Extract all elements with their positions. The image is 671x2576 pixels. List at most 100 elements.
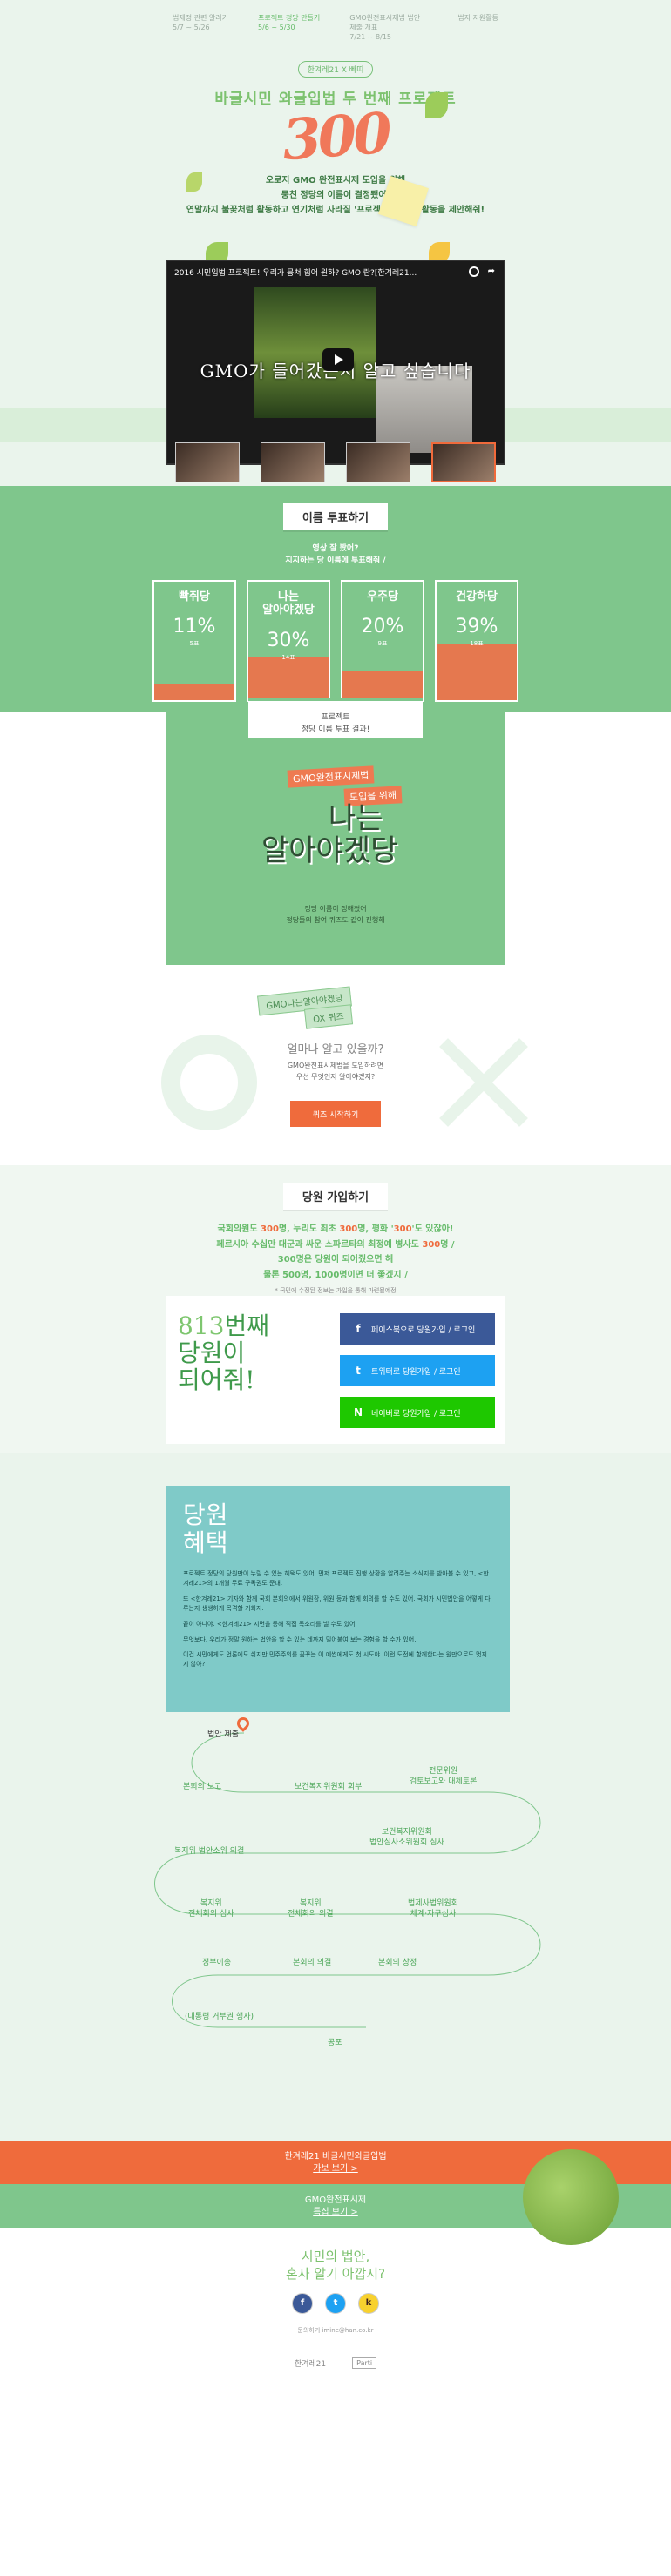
flow-step: 복지위 전체회의 심사 [188, 1899, 234, 1919]
twitter-icon[interactable]: t [325, 2293, 346, 2314]
naver-login-button[interactable]: N 네이버로 당원가입 / 로그인 [340, 1397, 495, 1428]
thumbnail-image[interactable] [346, 442, 410, 482]
vote-fill-bar [248, 657, 329, 700]
hankyoreh21-logo[interactable]: 한겨레21 [295, 2357, 326, 2369]
vote-count: 5표 [189, 640, 200, 648]
thumbnail-image[interactable] [175, 442, 240, 482]
join-description-line: 페르시아 수십만 대군과 싸운 스파르타의 최정예 병사도 300명 / [216, 1239, 455, 1250]
join-description-line: 물론 500명, 1000명이면 더 좋겠지 / [263, 1270, 408, 1280]
result-tag: 프로젝트 정당 이름 투표 결과! [248, 698, 423, 738]
green-banner[interactable]: GMO완전표시제 특집 보기 > [0, 2149, 671, 2245]
highlight-number: 300 [261, 1224, 279, 1234]
nav-item-date: 5/7 ~ 5/26 [173, 23, 210, 31]
nav-item-date: 7/21 ~ 8/15 [349, 32, 392, 41]
login-button-label: 페이스북으로 당원가입 / 로그인 [371, 1325, 476, 1335]
video-section: 2016 시민입법 프로젝트! 우리가 뭉쳐 힘어 원하? GMO 란?[한겨레… [0, 260, 671, 503]
flow-step: 정부이송 [202, 1959, 232, 1967]
vote-section: 이름 투표하기 영상 잘 봤어? 지지하는 당 이름에 투표해줘 / 빡쥐당 11… [0, 486, 671, 712]
play-icon[interactable] [322, 348, 354, 371]
flow-step: 보건복지위원회 법안심사소위원회 심사 [369, 1828, 444, 1848]
highlight-number: 300 [422, 1239, 441, 1250]
share-icons: f t k [0, 2293, 671, 2314]
nav-item[interactable]: GMO완전표시제법 법안 제출 개표 7/21 ~ 8/15 [349, 14, 428, 42]
kakao-icon[interactable]: k [358, 2293, 379, 2314]
vote-option[interactable]: 우주당 20% 9표 [341, 579, 424, 702]
party-name: 나는 알아야겠당 [261, 801, 398, 869]
vote-percentage: 30% [267, 629, 310, 651]
vote-percentage: 39% [455, 616, 498, 638]
vote-option-name: 건강하당 [456, 590, 498, 604]
flow-step: 법안 제출 [207, 1730, 239, 1739]
highlight-number: 300 [339, 1224, 358, 1234]
join-card: 813번째 당원이 되어줘! f 페이스북으로 당원가입 / 로그인 t 트위터로 당… [166, 1296, 505, 1444]
video-frame-forest [254, 287, 376, 418]
flow-step: 본회의 의결 [293, 1959, 332, 1967]
vote-title: 이름 투표하기 [282, 503, 389, 530]
vote-percentage: 20% [361, 616, 404, 638]
quiz-start-button[interactable]: 퀴즈 시작하기 [290, 1101, 381, 1127]
login-button-label: 네이버로 당원가입 / 로그인 [371, 1409, 461, 1419]
top-nav: 법제정 관련 알려기 5/7 ~ 5/26 프로젝트 정당 만들기 5/6 ~ 5/3… [0, 0, 671, 42]
page: 법제정 관련 알려기 5/7 ~ 5/26 프로젝트 정당 만들기 5/6 ~ 5/3… [0, 0, 671, 2576]
watch-later-icon[interactable] [469, 266, 479, 277]
parti-logo[interactable]: Parti [352, 2357, 377, 2369]
page-bottom [0, 2393, 671, 2550]
thumbnail-image[interactable] [261, 442, 325, 482]
flow-step: 복지위 법안소위 의결 [174, 1847, 245, 1856]
vote-percentage: 11% [173, 616, 216, 638]
nav-item-title: 법제정 관련 알려기 [173, 14, 228, 22]
login-button-label: 트위터로 당원가입 / 로그인 [371, 1367, 461, 1377]
join-title: 당원 가입하기 [282, 1183, 389, 1210]
naver-icon: N [353, 1406, 363, 1419]
vote-option[interactable]: 건강하당 39% 18표 [435, 579, 518, 702]
flow-step: 보건복지위원회 회부 [295, 1783, 363, 1791]
flow-step: (대통령 거부권 행사) [185, 2013, 254, 2021]
vote-count: 18표 [470, 640, 484, 648]
flow-step: 전문위원 검토보고와 대체토론 [410, 1767, 478, 1787]
nav-item-title: GMO완전표시제법 법안 제출 개표 [349, 14, 421, 31]
quiz-section: GMO나는알아야겠당 OX 퀴즈 얼마나 알고 있을까? GMO완전표시제법을 … [0, 965, 671, 1165]
share-icon[interactable]: ➦ [488, 266, 495, 276]
vote-option-name: 우주당 [367, 590, 398, 604]
facebook-icon[interactable]: f [292, 2293, 313, 2314]
nav-item[interactable]: 프로젝트 정당 만들기 5/6 ~ 5/30 [258, 14, 320, 42]
flow-step: 법제사법위원회 체계·자구심사 [408, 1899, 458, 1919]
join-description-line: 300명은 당원이 되어줬으면 해 [277, 1255, 394, 1264]
nav-item[interactable]: 법지 지원활동 [458, 14, 498, 42]
hero: 한겨레21 X 빠띠 바글시민 와글입법 두 번째 프로젝트 300 오로지 G… [0, 42, 671, 265]
vote-fill-bar [154, 684, 234, 700]
join-description: 국회의원도 300명, 누리도 최초 300명, 평화 '300'도 있잖아! 페… [0, 1222, 671, 1283]
vote-option[interactable]: 나는 알아야겠당 30% 14표 [247, 579, 330, 702]
flow-step: 복지위 전체회의 의결 [288, 1899, 334, 1919]
flow-step: 본회의 보고 [183, 1783, 222, 1791]
share-section: 시민의 법안, 혼자 알기 아깝지? f t k 문의하기 imine@han.… [0, 2228, 671, 2393]
vote-option-name: 나는 알아야겠당 [262, 590, 315, 617]
hero-badge: 한겨레21 X 빠띠 [297, 61, 374, 78]
footer-logos: 한겨레21 Parti [0, 2357, 671, 2369]
twitter-icon: t [356, 1365, 361, 1377]
contact-link[interactable]: 문의하기 imine@han.co.kr [0, 2326, 671, 2335]
video-player[interactable]: 2016 시민입법 프로젝트! 우리가 뭉쳐 힘어 원하? GMO 란?[한겨레… [166, 260, 505, 465]
nav-item-title: 프로젝트 정당 만들기 [257, 14, 321, 22]
flow-step: 본회의 상정 [378, 1959, 417, 1967]
result-section: 프로젝트 정당 이름 투표 결과! GMO완전표시제법 도입을 위해 나는 알아… [0, 698, 671, 965]
vote-option[interactable]: 빡쥐당 11% 5표 [152, 579, 236, 702]
vote-options: 빡쥐당 11% 5표 나는 알아야겠당 30% 14표 우주당 20% 9표 건강하당 39% 18표 [0, 579, 671, 702]
vote-fill-bar [437, 644, 517, 700]
vote-question: 영상 잘 봤어? 지지하는 당 이름에 투표해줘 / [285, 544, 386, 566]
share-title: 시민의 법안, 혼자 알기 아깝지? [285, 2249, 386, 2282]
quiz-description: GMO완전표시제법을 도입하려면 우선 무엇인지 알아야겠지? [287, 1062, 384, 1081]
video-title[interactable]: 2016 시민입법 프로젝트! 우리가 뭉쳐 힘어 원하? GMO 란?[한겨레… [167, 261, 504, 282]
member-count: 813번째 당원이 되어줘! [178, 1312, 269, 1394]
thumbnail-image[interactable] [431, 442, 496, 482]
quiz-question: 얼마나 알고 있을까? [287, 1043, 384, 1056]
nav-item-title: 법지 지원활동 [458, 14, 498, 22]
nav-item[interactable]: 법제정 관련 알려기 5/7 ~ 5/26 [173, 14, 228, 42]
flow-step: 공포 [328, 2039, 342, 2047]
join-description-line: 국회의원도 300명, 누리도 최초 300명, 평화 '300'도 있잖아! [217, 1224, 454, 1234]
ball-decoration [523, 2149, 619, 2245]
join-section: 당원 가입하기 국회의원도 300명, 누리도 최초 300명, 평화 '300… [0, 1165, 671, 1453]
vote-fill-bar [342, 671, 423, 700]
twitter-login-button[interactable]: t 트위터로 당원가입 / 로그인 [340, 1355, 495, 1386]
facebook-login-button[interactable]: f 페이스북으로 당원가입 / 로그인 [340, 1313, 495, 1345]
